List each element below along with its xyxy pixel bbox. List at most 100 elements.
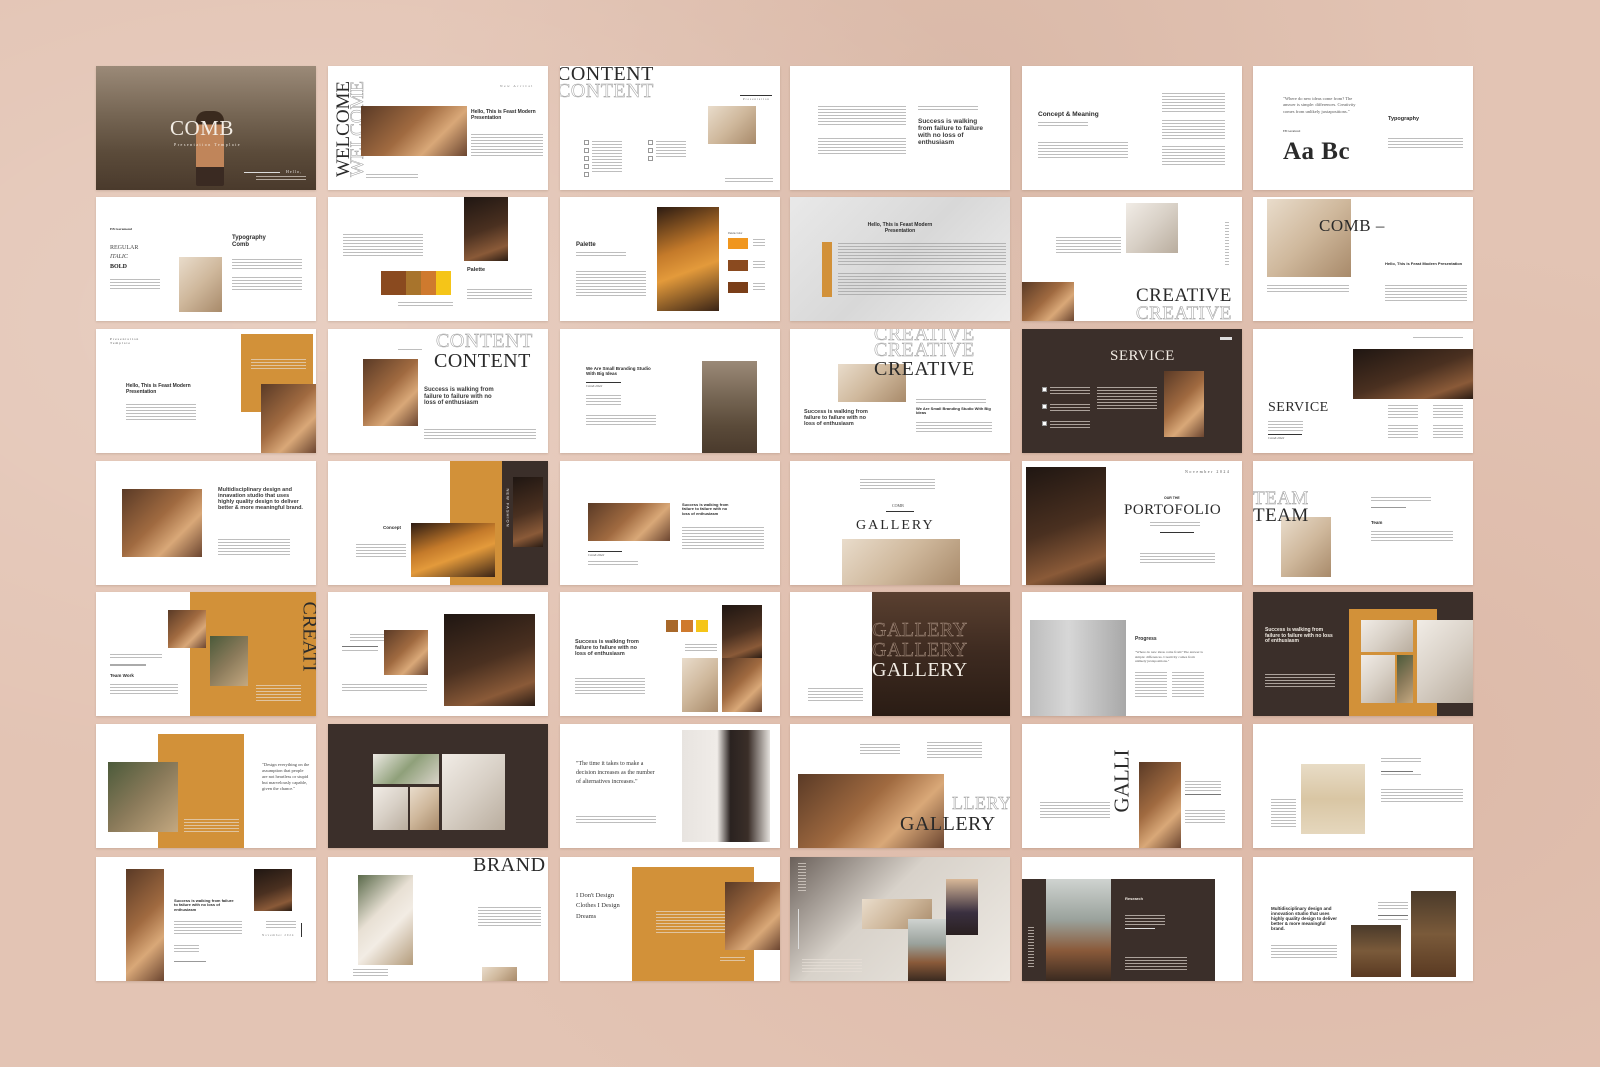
service-text — [1268, 421, 1303, 431]
italic-label: ITALIC — [110, 254, 128, 260]
slide-feast-orange[interactable]: Presentation Template Hello, This is Fea… — [96, 329, 316, 453]
slide-dreams[interactable]: I Don't Design Clothes I Design Dreams — [560, 857, 780, 981]
body-text — [126, 404, 196, 422]
small-photo — [482, 967, 517, 981]
slide-team[interactable]: TEAM TEAM Team — [1253, 461, 1473, 585]
checkbox[interactable] — [584, 140, 589, 145]
divider — [1185, 794, 1221, 795]
slide-portfolio[interactable]: November 2024 OUR THE PORTOFOLIO — [1022, 461, 1242, 585]
slide-typography-specimen[interactable]: "Where do new ideas come from? The answe… — [1253, 66, 1473, 190]
slide-forest[interactable]: Multidisciplinary design and innovation … — [1253, 857, 1473, 981]
font-label: EB Garamond — [1283, 129, 1301, 133]
slide-gallery-comb[interactable]: COMB GALLERY — [790, 461, 1010, 585]
comb-heading: Hello, This is Feast Modern Presentation — [1385, 261, 1463, 266]
slide-service-light[interactable]: SERVICE Comb 2022 — [1253, 329, 1473, 453]
team-body — [1371, 531, 1453, 543]
studio-heading: We Are Small Branding Studio With Big Id… — [586, 366, 651, 376]
slide-branding-studio[interactable]: We Are Small Branding Studio With Big Id… — [560, 329, 780, 453]
slide-content-list[interactable]: CONTENT CONTENT Presentation — [560, 66, 780, 190]
footer-text — [725, 178, 773, 184]
color-swatch — [406, 271, 421, 295]
slide-progress[interactable]: Progress "Where do new ideas come from? … — [1022, 592, 1242, 716]
slide-editorial[interactable] — [328, 592, 548, 716]
slide-dark-collage[interactable] — [328, 724, 548, 848]
slide-palette-photo[interactable]: Palette Palette Color — [560, 197, 780, 321]
checkbox[interactable] — [1042, 387, 1047, 392]
header-text — [1413, 337, 1463, 339]
slide-concept[interactable]: Concept & Meaning — [1022, 66, 1242, 190]
palette-heading: Palette — [576, 242, 596, 248]
slide-welcome[interactable]: WELCOME WELCOME New Arrival Hello, This … — [328, 66, 548, 190]
feast-heading: Hello, This is Feast Modern Presentation — [126, 383, 191, 395]
slide-success-portrait[interactable]: Success is walking from failure to failu… — [560, 461, 780, 585]
slide-team-work[interactable]: CREATI Team Work — [96, 592, 316, 716]
body-text — [218, 539, 290, 555]
checkbox[interactable] — [584, 172, 589, 177]
color-swatch — [681, 620, 693, 632]
checkbox[interactable] — [648, 156, 653, 161]
slide-gallery-blur[interactable]: LLERY GALLERY — [790, 724, 1010, 848]
slide-service-dark[interactable]: SERVICE — [1022, 329, 1242, 453]
slide-quote-decision[interactable]: "The time it takes to make a decision in… — [560, 724, 780, 848]
progress-photo — [1030, 620, 1126, 716]
service-body — [1097, 387, 1157, 411]
slide-palette-bars[interactable]: Palette — [328, 197, 548, 321]
slide-moodboard[interactable] — [790, 857, 1010, 981]
gallery-outline: LLERY — [952, 793, 1010, 813]
forest-photo-1 — [1351, 925, 1401, 977]
side-body — [1185, 810, 1225, 824]
slide-success-tall[interactable]: Success is walking from failure to failu… — [96, 857, 316, 981]
slide-content-success[interactable]: CONTENT CONTENT Success is walking from … — [328, 329, 548, 453]
checkbox[interactable] — [648, 148, 653, 153]
slide-success-quote[interactable]: Success is walking from failure to failu… — [790, 66, 1010, 190]
slide-comb-stairs[interactable]: COMB – Hello, This is Feast Modern Prese… — [1253, 197, 1473, 321]
slide-shelf[interactable] — [1253, 724, 1473, 848]
checkbox[interactable] — [648, 140, 653, 145]
slide-multidisciplinary[interactable]: Multidisciplinary design and innavation … — [96, 461, 316, 585]
concept-body — [1038, 142, 1128, 160]
slide-cover[interactable]: COMB Presentation Template Hello, — [96, 66, 316, 190]
editorial-photo-2 — [444, 614, 535, 706]
slide-typography-weights[interactable]: EB Garamond REGULAR ITALIC BOLD Typograp… — [96, 197, 316, 321]
slide-gallery-hoodie[interactable]: GALLERY GALLERY GALLERY — [790, 592, 1010, 716]
footer-text — [353, 969, 388, 977]
slide-research[interactable]: Research — [1022, 857, 1242, 981]
team-photo-2 — [210, 636, 248, 686]
gallery-outline-1: GALLERY — [872, 619, 968, 641]
slide-success-collage[interactable]: Success is walking from failure to failu… — [560, 592, 780, 716]
quote-text — [232, 259, 302, 269]
slide-gallery-vertical[interactable]: GALLI — [1022, 724, 1242, 848]
checkbox[interactable] — [1042, 421, 1047, 426]
research-text — [1125, 915, 1165, 925]
typography-heading: Typography — [1388, 116, 1420, 122]
concept-text — [356, 544, 406, 558]
body-text — [232, 277, 302, 291]
portfolio-photo — [1026, 467, 1106, 585]
checkbox[interactable] — [1042, 404, 1047, 409]
column-text — [1135, 672, 1167, 698]
checkbox[interactable] — [584, 156, 589, 161]
slide-quote-hat[interactable]: "Design everything on the assumption tha… — [96, 724, 316, 848]
feast-photo — [261, 384, 316, 453]
checkbox[interactable] — [584, 148, 589, 153]
teamwork-heading: Team Work — [110, 673, 134, 678]
gallery-title: GALLERY — [900, 813, 996, 835]
slide-creative-stacked[interactable]: CREATIVE CREATIVE CREATIVE Success is wa… — [790, 329, 1010, 453]
content-photo — [708, 106, 756, 144]
brand-photo — [358, 875, 413, 965]
welcome-text — [471, 134, 543, 156]
collage-photo-3 — [1397, 655, 1413, 703]
column-text — [1388, 425, 1418, 439]
slide-feast-intro[interactable]: Hello, This is Feast Modern Presentation — [790, 197, 1010, 321]
checkbox[interactable] — [584, 164, 589, 169]
team-photo-1 — [168, 610, 206, 648]
slide-success-dark[interactable]: Success is walking from failure to failu… — [1253, 592, 1473, 716]
slide-creative[interactable]: CREATIVE CREATIVE — [1022, 197, 1242, 321]
success-heading: Success is walking from failure to failu… — [1265, 627, 1333, 644]
swatch-label: Palette Color — [728, 232, 743, 235]
slide-brand[interactable]: BRAND — [328, 857, 548, 981]
forest-photo-2 — [1411, 891, 1456, 977]
divider — [740, 95, 772, 96]
swatch-codes — [753, 283, 765, 292]
slide-concept-fashion[interactable]: Concept NEW FASHION — [328, 461, 548, 585]
